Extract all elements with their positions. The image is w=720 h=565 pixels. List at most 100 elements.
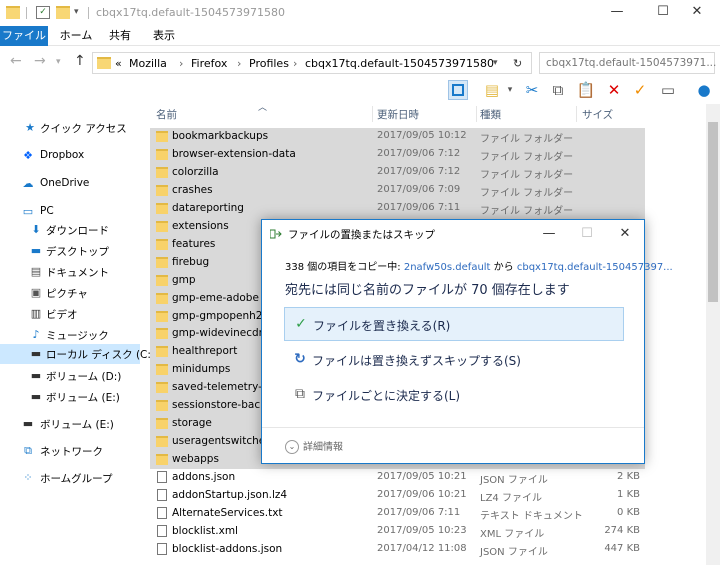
folder-icon	[156, 256, 168, 268]
back-icon[interactable]: ←	[10, 53, 22, 69]
tab-file[interactable]: ファイル	[0, 26, 48, 46]
file-icon	[157, 542, 167, 555]
search-input[interactable]: cbqx17tq.default-1504573971...	[539, 52, 716, 74]
properties-icon[interactable]: ✓	[36, 6, 50, 19]
nav-quick-access[interactable]: ★ クイック アクセス	[0, 118, 140, 138]
table-row[interactable]: colorzilla 2017/09/06 7:12 ファイル フォルダー	[150, 163, 645, 182]
check-icon[interactable]: ✓	[630, 80, 650, 100]
minimize-button[interactable]: —	[594, 0, 640, 26]
nav-onedrive[interactable]: ☁ OneDrive	[0, 174, 140, 194]
file-name: firebug	[172, 255, 210, 268]
destination-link[interactable]: cbqx17tq.default-150457397...	[517, 262, 673, 273]
file-type: JSON ファイル	[480, 475, 548, 487]
up-icon[interactable]: ↑	[74, 53, 86, 69]
new-folder-icon[interactable]	[56, 6, 70, 19]
table-row[interactable]: datareporting 2017/09/06 7:11 ファイル フォルダー	[150, 199, 645, 218]
recent-locations-icon[interactable]: ▾	[56, 57, 61, 67]
source-link[interactable]: 2nafw50s.default	[404, 262, 491, 273]
dialog-minimize-button[interactable]: —	[534, 223, 564, 245]
table-row[interactable]: browser-extension-data 2017/09/06 7:12 ファイ…	[150, 145, 645, 164]
column-size[interactable]: サイズ	[582, 107, 613, 122]
option-label: ファイルを置き換える(R)	[313, 319, 451, 333]
rename-icon[interactable]: ▭	[658, 80, 678, 100]
chevron-right-icon[interactable]: ›	[293, 57, 297, 70]
video-icon: ▥	[30, 307, 42, 320]
table-row[interactable]: crashes 2017/09/06 7:09 ファイル フォルダー	[150, 181, 645, 200]
divider	[26, 7, 27, 19]
file-date: 2017/09/06 10:21	[377, 489, 467, 500]
table-row[interactable]: AlternateServices.txt 2017/09/06 7:11 テキスト…	[150, 505, 645, 523]
breadcrumb-mozilla[interactable]: Mozilla	[129, 57, 167, 70]
dialog-close-button[interactable]: ✕	[610, 223, 640, 245]
column-divider[interactable]	[576, 106, 577, 122]
scrollbar-thumb[interactable]	[708, 122, 718, 302]
nav-downloads[interactable]: ⬇ ダウンロード	[0, 220, 140, 240]
nav-documents[interactable]: ▤ ドキュメント	[0, 262, 140, 282]
nav-label: ボリューム (D:)	[46, 371, 122, 383]
tab-share[interactable]: 共有	[100, 26, 140, 46]
file-date: 2017/09/05 10:23	[377, 524, 467, 536]
cloud-icon: ☁	[22, 177, 34, 190]
nav-music[interactable]: ♪ ミュージック	[0, 325, 140, 345]
breadcrumb-overflow[interactable]: «	[115, 57, 122, 70]
nav-network[interactable]: ⧉ ネットワーク	[0, 441, 140, 461]
picture-icon: ▣	[30, 286, 42, 299]
globe-icon[interactable]: ●	[694, 80, 714, 100]
column-date[interactable]: 更新日時	[377, 107, 419, 122]
paste-icon[interactable]: 📋	[576, 80, 596, 100]
nav-pictures[interactable]: ▣ ピクチャ	[0, 283, 140, 303]
close-button[interactable]: ✕	[674, 0, 720, 26]
address-bar[interactable]: « Mozilla › Firefox › Profiles › cbqx17t…	[92, 52, 532, 74]
folder-icon	[156, 328, 168, 340]
title-bar: ✓ ▾ cbqx17tq.default-1504573971580 — ☐ ✕	[0, 0, 720, 26]
nav-volume-e[interactable]: ▬ ボリューム (E:)	[0, 414, 140, 434]
table-row[interactable]: blocklist-addons.json 2017/04/12 11:08 JSO…	[150, 541, 645, 559]
nav-label: Dropbox	[40, 149, 85, 161]
tab-view[interactable]: 表示	[144, 26, 184, 46]
refresh-icon[interactable]: ↻	[513, 57, 522, 70]
nav-dropbox[interactable]: ❖ Dropbox	[0, 146, 140, 166]
file-name: addons.json	[172, 471, 236, 484]
customize-quick-access-icon[interactable]: ▾	[74, 6, 88, 19]
replace-files-option[interactable]: ✓ ファイルを置き換える(R)	[284, 307, 624, 341]
file-icon	[157, 524, 167, 537]
chevron-right-icon[interactable]: ›	[179, 57, 183, 70]
nav-desktop[interactable]: ▬ デスクトップ	[0, 241, 140, 261]
chevron-down-icon[interactable]: ▾	[500, 80, 520, 100]
tab-home[interactable]: ホーム	[56, 26, 96, 46]
cut-icon[interactable]: ✂	[522, 80, 542, 100]
desktop-icon: ▬	[30, 244, 42, 257]
nav-volume-e-sub[interactable]: ▬ ボリューム (E:)	[0, 387, 140, 407]
skip-files-option[interactable]: ↻ ファイルは置き換えずスキップする(S)	[284, 343, 624, 377]
copy-files-icon	[269, 229, 282, 239]
paste-folder-icon[interactable]: ▤	[482, 80, 502, 100]
breadcrumb-current[interactable]: cbqx17tq.default-1504573971580	[305, 57, 494, 70]
preview-pane-icon[interactable]	[448, 80, 468, 100]
nav-homegroup[interactable]: ⁘ ホームグループ	[0, 468, 140, 488]
nav-volume-d[interactable]: ▬ ボリューム (D:)	[0, 366, 140, 386]
column-name[interactable]: 名前	[156, 107, 177, 122]
nav-label: ローカル ディスク (C:)	[46, 349, 156, 361]
drive-icon: ▬	[30, 347, 42, 360]
copy-icon[interactable]: ⧉	[548, 80, 568, 100]
column-divider[interactable]	[476, 106, 477, 122]
breadcrumb-profiles[interactable]: Profiles	[249, 57, 289, 70]
nav-local-disk-c[interactable]: ▬ ローカル ディスク (C:)	[0, 344, 155, 364]
forward-icon[interactable]: →	[34, 53, 46, 69]
delete-icon[interactable]: ✕	[604, 80, 624, 100]
column-type[interactable]: 種類	[480, 107, 501, 122]
nav-pc[interactable]: ▭ PC	[0, 202, 140, 222]
file-icon	[157, 471, 167, 484]
column-divider[interactable]	[372, 106, 373, 122]
scrollbar[interactable]	[706, 104, 720, 565]
breadcrumb-firefox[interactable]: Firefox	[191, 57, 227, 70]
table-row[interactable]: addonStartup.json.lz4 2017/09/06 10:21 LZ4…	[150, 487, 645, 505]
more-details-toggle[interactable]: ⌄ 詳細情報	[285, 438, 343, 454]
chevron-down-icon[interactable]: ▾	[493, 58, 498, 68]
table-row[interactable]: bookmarkbackups 2017/09/05 10:12 ファイル フォルダ…	[150, 128, 645, 146]
chevron-right-icon[interactable]: ›	[237, 57, 241, 70]
decide-each-file-option[interactable]: ⧉ ファイルごとに決定する(L)	[284, 378, 624, 412]
table-row[interactable]: blocklist.xml 2017/09/05 10:23 XML ファイル 274…	[150, 523, 645, 541]
table-row[interactable]: addons.json 2017/09/05 10:21 JSON ファイル 2 KB	[150, 469, 645, 487]
nav-videos[interactable]: ▥ ビデオ	[0, 304, 140, 324]
